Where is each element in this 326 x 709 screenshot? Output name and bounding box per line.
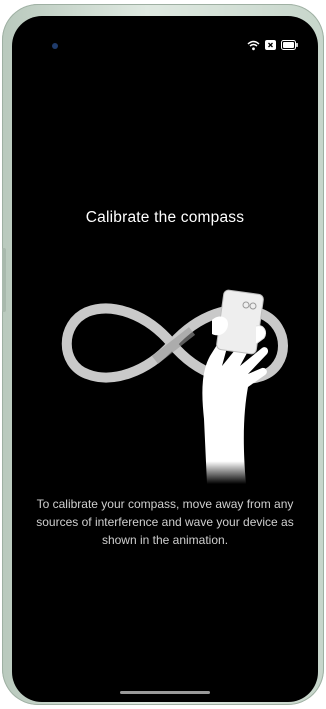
phone-frame: Calibrate the compass To calibrate your … xyxy=(2,4,324,705)
home-indicator[interactable] xyxy=(120,691,210,694)
front-camera xyxy=(52,43,58,49)
side-button xyxy=(2,248,6,312)
battery-icon xyxy=(281,40,298,50)
page-title: Calibrate the compass xyxy=(85,209,245,226)
instruction-text: To calibrate your compass, move away fro… xyxy=(36,497,294,547)
compass-calibration-screen: Calibrate the compass To calibrate your … xyxy=(12,16,318,702)
status-bar-icons xyxy=(247,38,298,52)
calibration-illustration xyxy=(52,274,292,484)
wifi-icon xyxy=(247,40,260,51)
close-box-icon xyxy=(265,40,276,50)
